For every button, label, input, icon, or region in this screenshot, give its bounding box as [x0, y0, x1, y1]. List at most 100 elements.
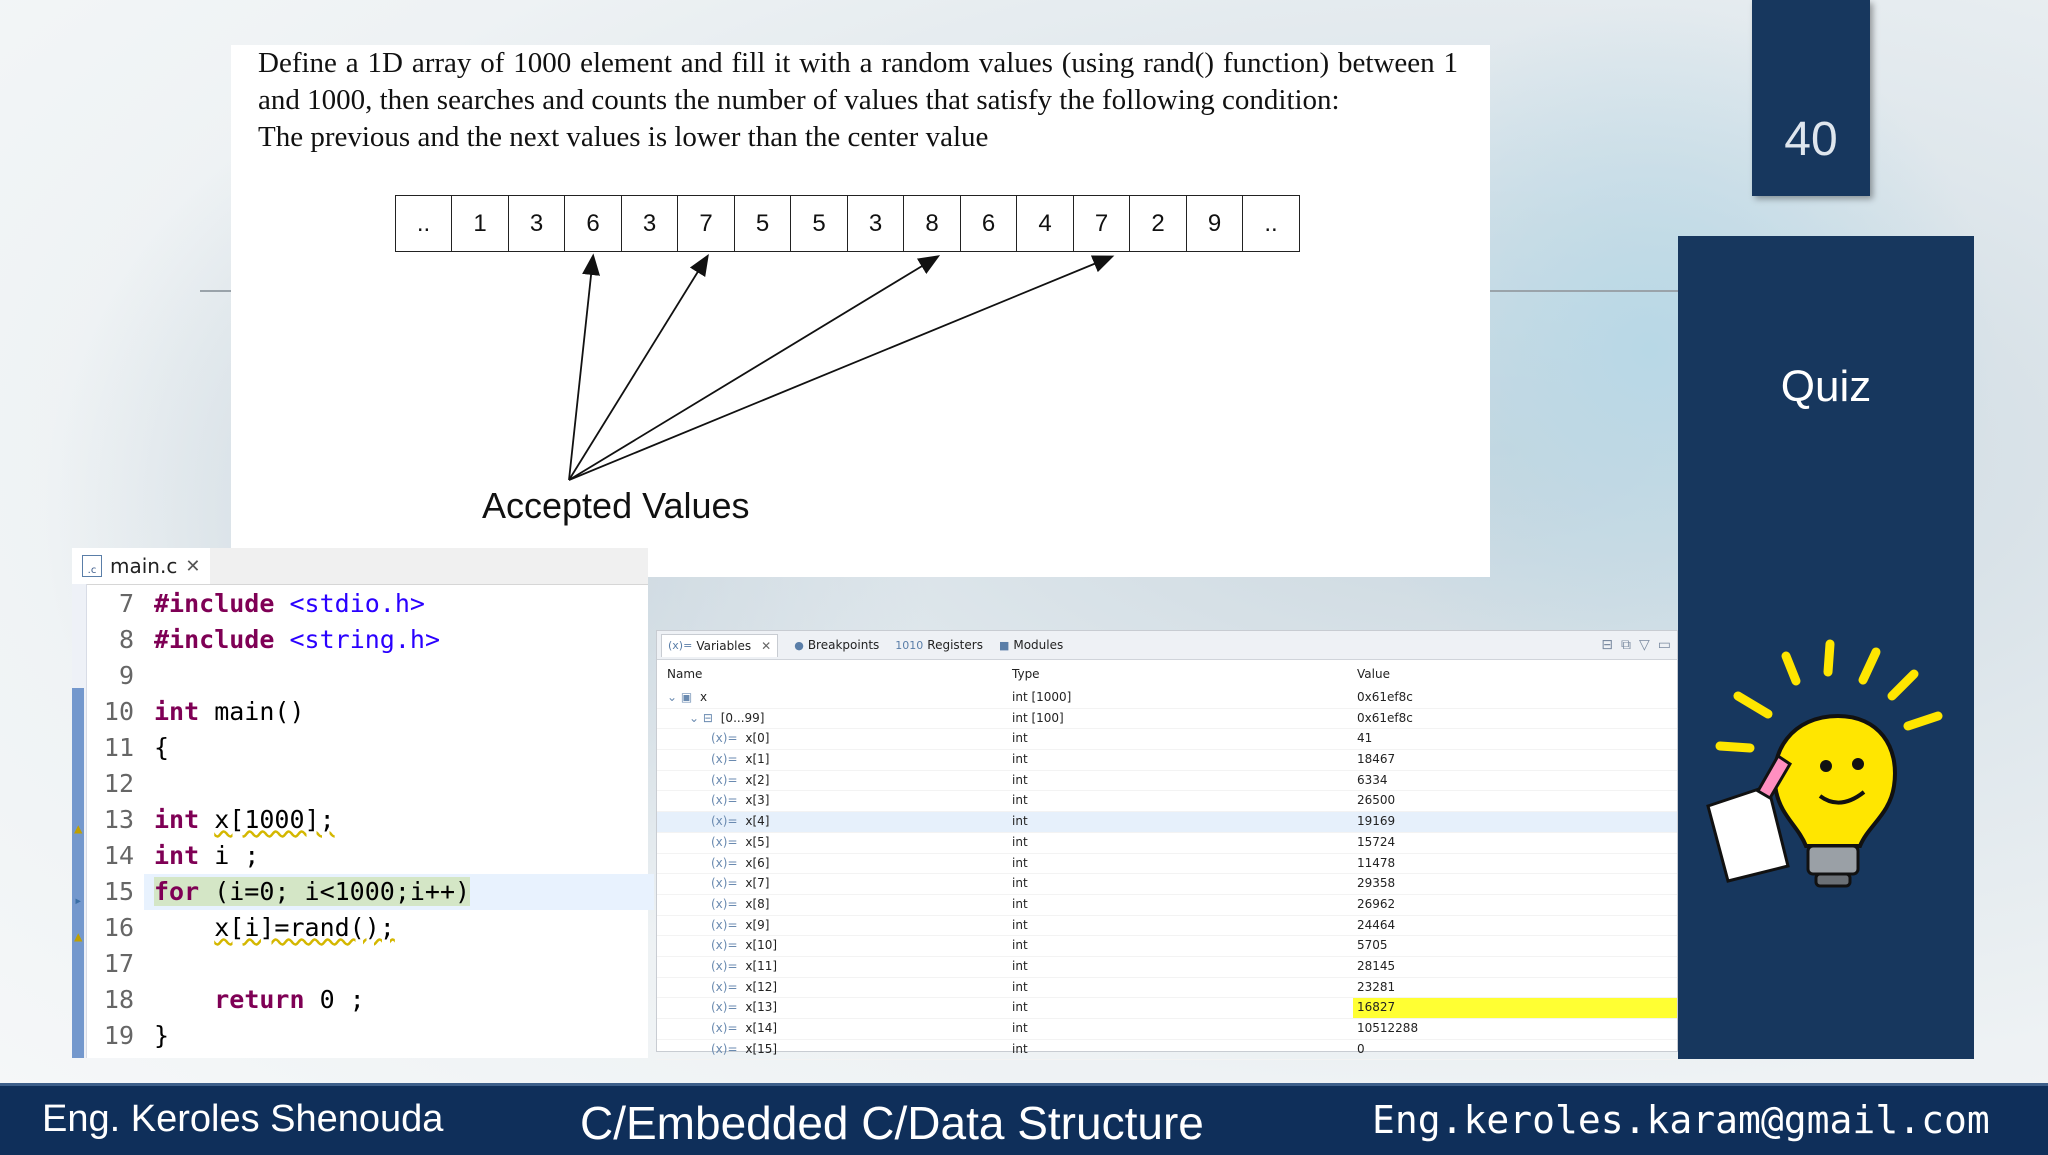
warning-icon[interactable]: ▲: [74, 811, 86, 837]
menu-icon[interactable]: ▽: [1639, 637, 1650, 653]
code-line[interactable]: 9: [86, 658, 470, 694]
variable-value[interactable]: 10512288: [1357, 1019, 1418, 1039]
variable-value[interactable]: 0x61ef8c: [1357, 709, 1413, 729]
table-row[interactable]: (x)= x[6] int 11478: [657, 854, 1677, 875]
code-line[interactable]: 8 #include <string.h>: [86, 622, 470, 658]
table-row[interactable]: ⌄ ▣ x int [1000] 0x61ef8c: [657, 688, 1677, 709]
quiz-title: Quiz: [1780, 362, 1872, 411]
variable-value[interactable]: 15724: [1357, 833, 1395, 853]
table-row[interactable]: (x)= x[3] int 26500: [657, 791, 1677, 813]
variable-name-cell: ⌄ ▣ x: [667, 688, 707, 708]
table-row[interactable]: ⌄ ⊟ [0...99] int [100] 0x61ef8c: [657, 709, 1677, 730]
variable-value[interactable]: 29358: [1357, 874, 1395, 894]
collapse-icon[interactable]: ⊟: [1601, 637, 1613, 653]
table-row[interactable]: (x)= x[1] int 18467: [657, 750, 1677, 771]
tab-registers[interactable]: 1010 Registers: [895, 638, 983, 652]
code-line[interactable]: ▸ 15 for (i=0; i<1000;i++): [74, 874, 654, 910]
tab-breakpoints[interactable]: ● Breakpoints: [794, 638, 879, 652]
expand-icon[interactable]: ⌄ ▣: [667, 690, 696, 704]
close-icon[interactable]: ✕: [761, 639, 771, 653]
code-line[interactable]: 7 #include <stdio.h>: [86, 586, 470, 622]
footer-email: Eng.keroles.karam@gmail.com: [1372, 1098, 1990, 1142]
variable-name-cell: (x)= x[0]: [711, 729, 769, 749]
variable-name: x[4]: [745, 814, 770, 829]
code-text: {: [154, 733, 170, 762]
table-row[interactable]: (x)= x[14] int 10512288: [657, 1019, 1677, 1040]
variable-icon: (x)=: [711, 1021, 742, 1035]
table-row[interactable]: (x)= x[4] int 19169: [657, 812, 1677, 833]
variable-icon: (x)=: [711, 1000, 742, 1015]
variable-icon: (x)=: [711, 814, 742, 829]
variable-value[interactable]: 0: [1357, 1040, 1365, 1060]
tab-main-c[interactable]: .c main.c ✕: [72, 548, 211, 584]
table-row[interactable]: (x)= x[10] int 5705: [657, 936, 1677, 957]
table-row[interactable]: (x)= x[13] int 16827: [657, 998, 1677, 1019]
code-text: }: [154, 1021, 170, 1050]
arrow-line: [568, 255, 941, 481]
variable-value[interactable]: 6334: [1357, 771, 1388, 791]
variable-icon: (x)=: [711, 979, 742, 994]
variable-value[interactable]: 28145: [1357, 957, 1395, 977]
variable-type: int: [1012, 938, 1028, 953]
minimize-icon[interactable]: ▭: [1658, 637, 1671, 653]
code-line[interactable]: 18 return 0 ;: [86, 982, 470, 1018]
table-row[interactable]: (x)= x[8] int 26962: [657, 895, 1677, 916]
tab-modules[interactable]: ■ Modules: [999, 638, 1063, 652]
table-row[interactable]: (x)= x[2] int 6334: [657, 771, 1677, 792]
code-text: x[i]=rand();: [214, 913, 395, 942]
table-row[interactable]: (x)= x[9] int 24464: [657, 916, 1677, 937]
variables-view: (x)= Variables ✕ ● Breakpoints 1010 Registers ■…: [656, 630, 1678, 1061]
table-row[interactable]: (x)= x[12] int 23281: [657, 978, 1677, 999]
code-line[interactable]: 17: [86, 946, 470, 982]
code-line[interactable]: 11 {: [86, 730, 470, 766]
line-number: 9: [118, 661, 134, 690]
changed-value-highlight: [1353, 998, 1677, 1018]
code-line[interactable]: 14 int i ;: [86, 838, 470, 874]
line-number: 19: [103, 1021, 134, 1050]
table-row[interactable]: (x)= x[15] int 0: [657, 1040, 1677, 1061]
code-area[interactable]: 7 #include <stdio.h> 8 #include <string.h> 9…: [74, 586, 654, 1054]
code-line[interactable]: 12: [86, 766, 470, 802]
variable-icon: (x)=: [711, 731, 742, 746]
header-type[interactable]: Type: [1012, 667, 1040, 681]
layout-icon[interactable]: ⧉: [1621, 637, 1631, 653]
expand-icon[interactable]: ⌄ ⊟: [689, 711, 717, 725]
variable-value[interactable]: 11478: [1357, 854, 1395, 874]
variable-value[interactable]: 26962: [1357, 895, 1395, 915]
variable-value[interactable]: 24464: [1357, 916, 1395, 936]
table-row[interactable]: (x)= x[5] int 15724: [657, 833, 1677, 854]
variable-value[interactable]: 41: [1357, 729, 1372, 749]
variable-type: int: [1012, 731, 1028, 746]
code-line[interactable]: ▲ 13 int x[1000];: [74, 802, 470, 838]
variable-value[interactable]: 26500: [1357, 791, 1395, 811]
variable-name: x[3]: [745, 793, 770, 808]
code-line[interactable]: 19}: [86, 1018, 470, 1054]
variable-name-cell: ⌄ ⊟ [0...99]: [689, 709, 764, 729]
variable-value[interactable]: 0x61ef8c: [1357, 688, 1413, 708]
table-row[interactable]: (x)= x[11] int 28145: [657, 957, 1677, 978]
variable-icon: (x)=: [711, 793, 742, 808]
code-text: #include <stdio.h>: [154, 589, 425, 618]
variable-value[interactable]: 23281: [1357, 978, 1395, 998]
code-line[interactable]: ▲ 16 x[i]=rand();: [74, 910, 470, 946]
variable-name-cell: (x)= x[11]: [711, 957, 777, 977]
variable-name: x[10]: [745, 938, 778, 953]
slide-number: 40: [1784, 113, 1838, 166]
variable-value[interactable]: 5705: [1357, 936, 1388, 956]
table-row[interactable]: (x)= x[7] int 29358: [657, 874, 1677, 895]
variable-value[interactable]: 18467: [1357, 750, 1395, 770]
variable-value[interactable]: 16827: [1357, 998, 1395, 1018]
code-line[interactable]: 10 int main(): [86, 694, 470, 730]
close-icon[interactable]: ✕: [185, 556, 200, 577]
variable-name: x[7]: [745, 876, 770, 891]
line-number: 12: [103, 769, 134, 798]
tab-variables[interactable]: (x)= Variables ✕: [661, 633, 779, 657]
table-row[interactable]: (x)= x[0] int 41: [657, 729, 1677, 751]
line-number: 8: [118, 625, 134, 654]
variable-name-cell: (x)= x[5]: [711, 833, 769, 853]
warning-icon[interactable]: ▲: [74, 919, 86, 945]
header-name[interactable]: Name: [667, 667, 702, 681]
change-marker: [72, 688, 84, 1058]
variable-value[interactable]: 19169: [1357, 812, 1395, 832]
header-value[interactable]: Value: [1357, 667, 1390, 681]
